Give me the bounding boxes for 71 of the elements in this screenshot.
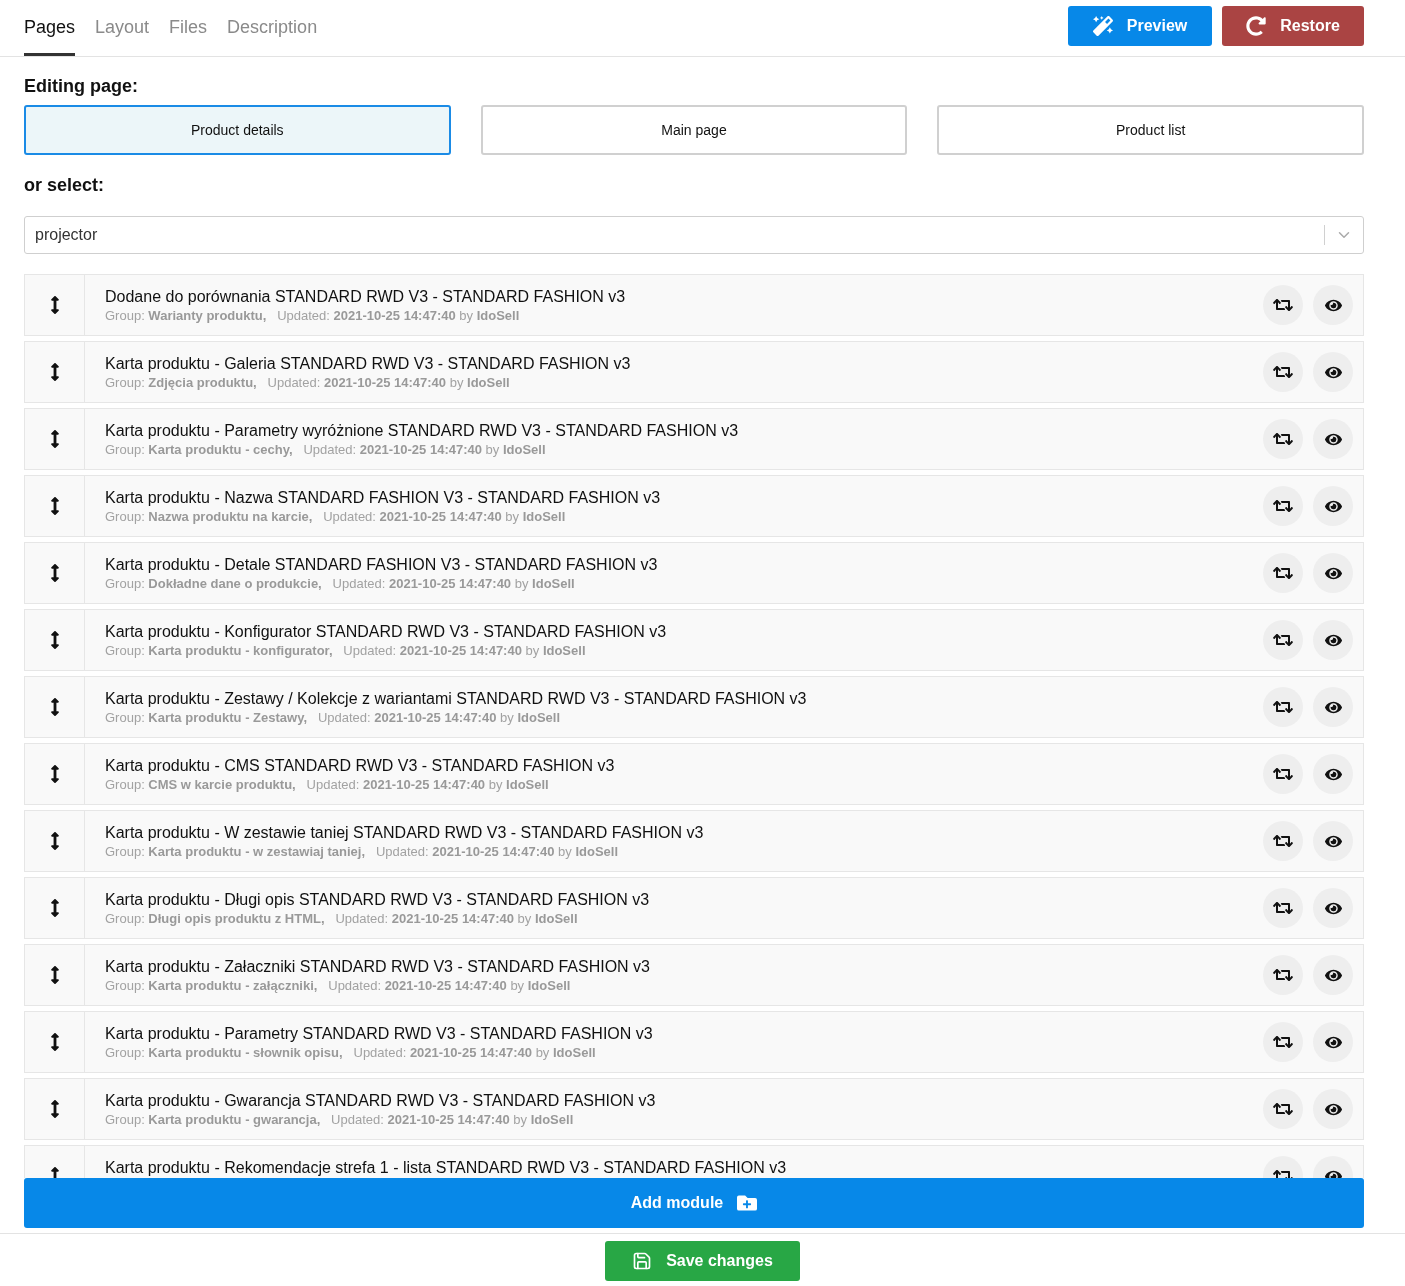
module-meta: Group: Karta produktu - załączniki, Updated: 2021-10-25 14:47:40 by IdoSell xyxy=(105,978,572,993)
tab[interactable]: Files xyxy=(169,0,208,56)
replace-button[interactable] xyxy=(1263,620,1303,660)
section-label: Editing page: xyxy=(24,76,139,97)
preview-button[interactable] xyxy=(1313,955,1353,995)
module-meta: Group: Karta produktu - w zestawiaj taniej, Updated: 2021-10-25 14:47:40 by IdoSell xyxy=(105,844,620,859)
replace-button[interactable] xyxy=(1263,419,1303,459)
module-meta: Group: Dokładne dane o produkcie, Updated: 2021-10-25 14:47:40 by IdoSell xyxy=(105,576,576,591)
replace-button[interactable] xyxy=(1263,888,1303,928)
preview-button[interactable] xyxy=(1313,285,1353,325)
save-button[interactable]: Save changes xyxy=(605,1240,800,1281)
replace-button[interactable] xyxy=(1263,754,1303,794)
replace-button[interactable] xyxy=(1263,486,1303,526)
replace-button[interactable] xyxy=(1263,285,1303,325)
redo-icon xyxy=(1246,16,1267,36)
preview-button[interactable] xyxy=(1313,821,1353,861)
module-meta: Group: Karta produktu - cechy, Updated: 2021-10-25 14:47:40 by IdoSell xyxy=(105,442,547,457)
module-title: Karta produktu - Parametry STANDARD RWD V3 - STANDARD FASHION v3 xyxy=(105,1025,654,1043)
module-title: Karta produktu - Detale STANDARD FASHION V3 - STANDARD FASHION v3 xyxy=(105,556,659,574)
module-title: Dodane do porównania STANDARD RWD V3 - STANDARD FASHION v3 xyxy=(105,288,627,306)
module-meta: Group: CMS w karcie produktu, Updated: 2021-10-25 14:47:40 by IdoSell xyxy=(105,777,550,792)
page-button[interactable]: Product list xyxy=(937,105,1364,155)
module-title: Karta produktu - W zestawie taniej STANDARD RWD V3 - STANDARD FASHION v3 xyxy=(105,824,705,842)
preview-button[interactable] xyxy=(1313,888,1353,928)
preview-button[interactable] xyxy=(1313,687,1353,727)
module-title: Karta produktu - CMS STANDARD RWD V3 - STANDARD FASHION v3 xyxy=(105,757,616,775)
page-button[interactable]: Product details xyxy=(24,105,451,155)
preview-button[interactable] xyxy=(1313,620,1353,660)
replace-button[interactable] xyxy=(1263,687,1303,727)
page-button[interactable]: Main page xyxy=(480,105,908,155)
replace-button[interactable] xyxy=(1263,553,1303,593)
module-meta: Group: Karta produktu - konfigurator, Updated: 2021-10-25 14:47:40 by IdoSell xyxy=(105,643,587,658)
module-title: Karta produktu - Konfigurator STANDARD RWD V3 - STANDARD FASHION v3 xyxy=(105,623,668,641)
replace-button[interactable] xyxy=(1263,352,1303,392)
module-meta: Group: Karta produktu - Zestawy, Updated: 2021-10-25 14:47:40 by IdoSell xyxy=(105,710,561,725)
preview-button[interactable] xyxy=(1313,553,1353,593)
preview-button[interactable]: Preview xyxy=(1068,6,1212,46)
module-meta: Group: Karta produktu - słownik opisu, Updated: 2021-10-25 14:47:40 by IdoSell xyxy=(105,1045,597,1060)
replace-button[interactable] xyxy=(1263,955,1303,995)
tab[interactable]: Description xyxy=(227,0,318,56)
module-meta: Group: Zdjęcia produktu, Updated: 2021-10-25 14:47:40 by IdoSell xyxy=(105,375,511,390)
module-title: Karta produktu - Parametry wyróżnione STANDARD RWD V3 - STANDARD FASHION v3 xyxy=(105,422,740,440)
preview-button[interactable] xyxy=(1313,419,1353,459)
replace-button[interactable] xyxy=(1263,1022,1303,1062)
module-meta: Group: Warianty produktu, Updated: 2021-10-25 14:47:40 by IdoSell xyxy=(105,308,521,323)
module-title: Karta produktu - Rekomendacje strefa 1 - lista STANDARD RWD V3 - STANDARD FASHION v3 xyxy=(105,1159,788,1177)
replace-button[interactable] xyxy=(1263,821,1303,861)
module-title: Karta produktu - Galeria STANDARD RWD V3 - STANDARD FASHION v3 xyxy=(105,355,632,373)
module-title: Karta produktu - Zestawy / Kolekcje z wariantami STANDARD RWD V3 - STANDARD FASHION v3 xyxy=(105,690,808,708)
module-title: Karta produktu - Długi opis STANDARD RWD V3 - STANDARD FASHION v3 xyxy=(105,891,651,909)
module-meta: Group: Karta produktu - gwarancja, Updated: 2021-10-25 14:47:40 by IdoSell xyxy=(105,1112,575,1127)
add-module-button[interactable]: Add module xyxy=(24,1178,1364,1228)
magic-wand-icon xyxy=(1092,16,1113,36)
module-title: Karta produktu - Gwarancja STANDARD RWD V3 - STANDARD FASHION v3 xyxy=(105,1092,657,1110)
save-icon xyxy=(632,1250,653,1271)
module-meta: Group: Długi opis produktu z HTML, Updated: 2021-10-25 14:47:40 by IdoSell xyxy=(105,911,579,926)
replace-button[interactable] xyxy=(1263,1089,1303,1129)
module-title: Karta produktu - Nazwa STANDARD FASHION V3 - STANDARD FASHION v3 xyxy=(105,489,662,507)
preview-button[interactable] xyxy=(1313,754,1353,794)
tab[interactable]: Pages xyxy=(24,0,76,56)
module-meta: Group: Nazwa produktu na karcie, Updated: 2021-10-25 14:47:40 by IdoSell xyxy=(105,509,567,524)
preview-button[interactable] xyxy=(1313,1022,1353,1062)
folder-plus-icon xyxy=(737,1193,758,1213)
page-select[interactable]: projector xyxy=(24,216,1364,254)
preview-button[interactable] xyxy=(1313,352,1353,392)
restore-button[interactable]: Restore xyxy=(1222,6,1364,46)
preview-button[interactable] xyxy=(1313,486,1353,526)
tab[interactable]: Layout xyxy=(95,0,150,56)
preview-button[interactable] xyxy=(1313,1089,1353,1129)
module-title: Karta produktu - Załaczniki STANDARD RWD V3 - STANDARD FASHION v3 xyxy=(105,958,651,976)
section-label: or select: xyxy=(24,175,106,196)
